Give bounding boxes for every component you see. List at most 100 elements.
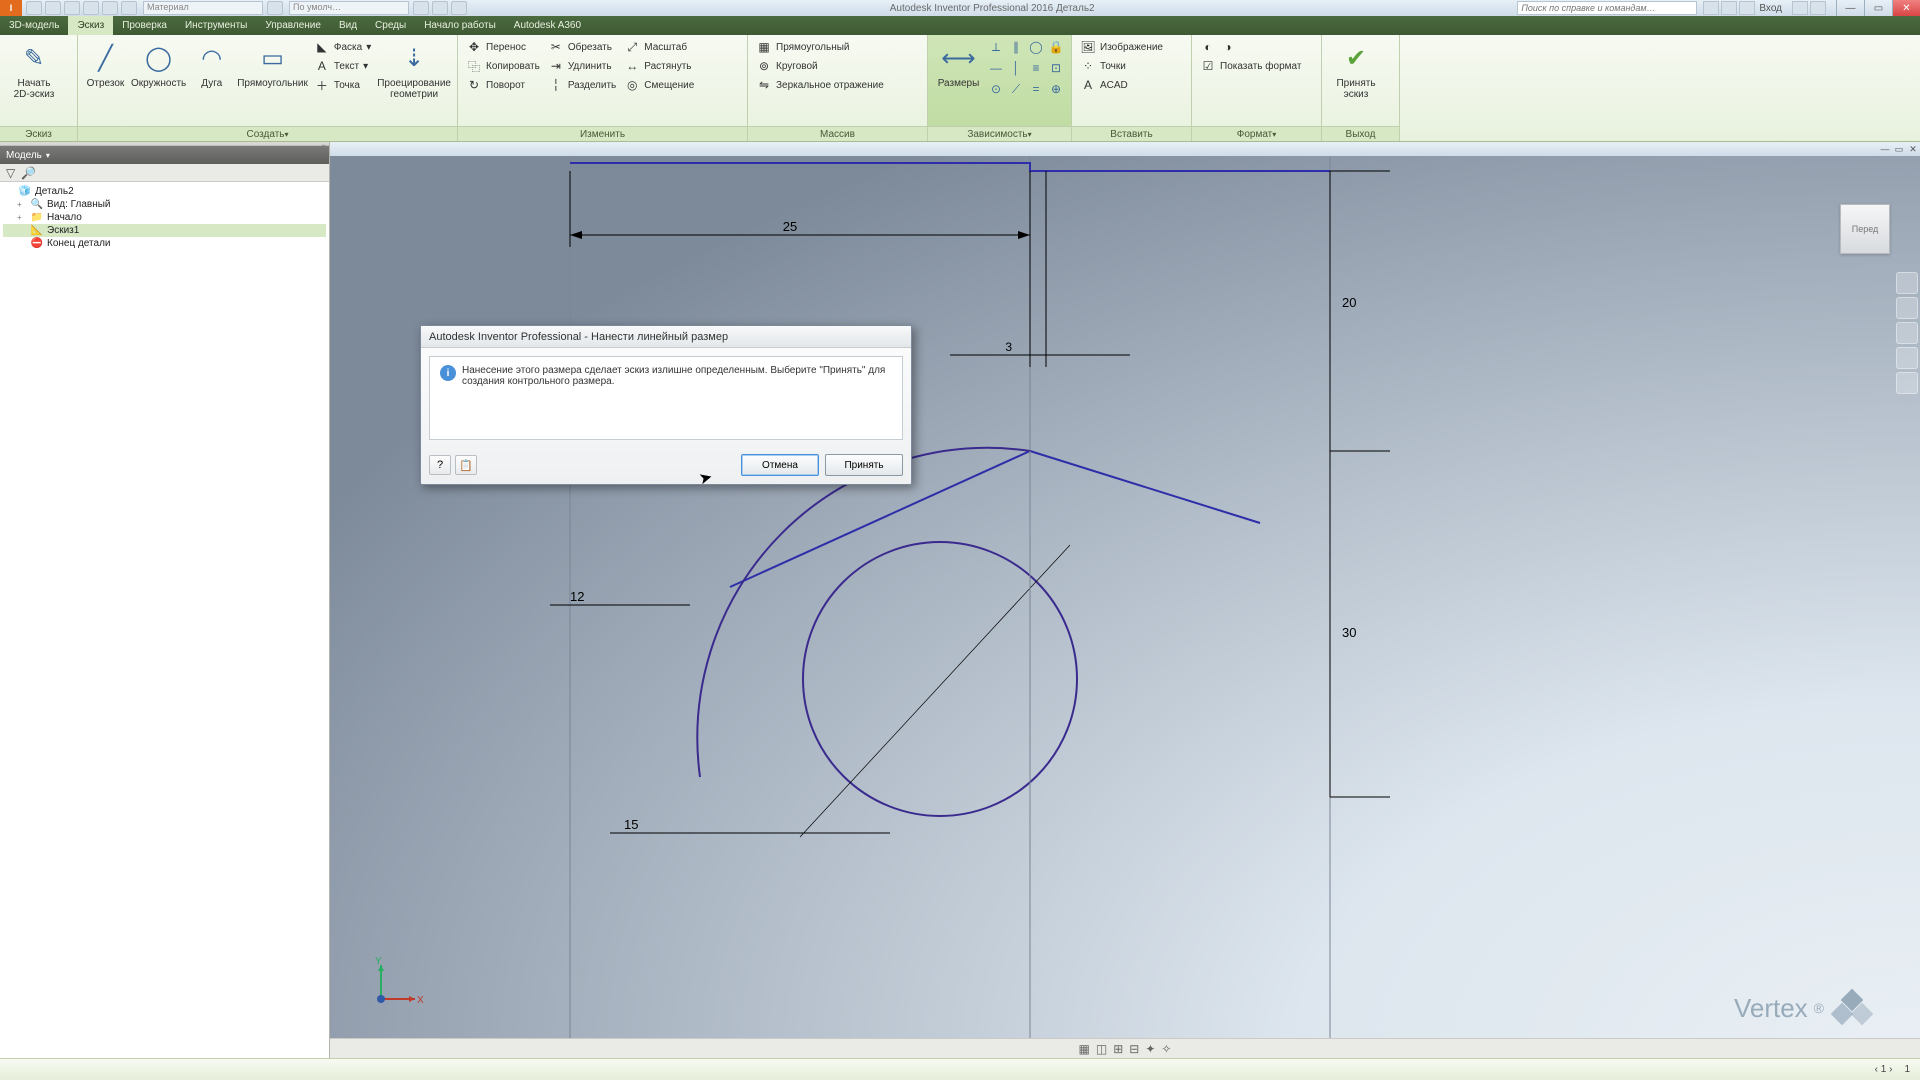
doc-min-icon[interactable]: — [1878,144,1892,154]
vt3-icon[interactable]: ⊞ [1113,1042,1123,1056]
tab-view[interactable]: Вид [330,16,366,35]
qat-more-icon[interactable] [451,1,467,15]
tab-getstarted[interactable]: Начало работы [415,16,505,35]
tab-a360[interactable]: Autodesk A360 [505,16,590,35]
model-tree[interactable]: 🧊Деталь2+🔍Вид: Главный+📁Начало📐Эскиз1⛔Ко… [0,182,329,1058]
rotate-button[interactable]: ↻Поворот [464,76,542,94]
start-sketch-button[interactable]: ✎ Начать 2D-эскиз [6,38,62,100]
favorite-icon[interactable] [1721,1,1737,15]
tab-3d-model[interactable]: 3D-модель [0,16,68,35]
tab-tools[interactable]: Инструменты [176,16,256,35]
search-tree-icon[interactable]: 🔎 [21,166,36,180]
c8-icon[interactable]: ⊡ [1047,59,1065,77]
viewcube[interactable]: Перед [1840,204,1890,254]
dimension-button[interactable]: ⟷Размеры [934,38,983,89]
qat-undo-icon[interactable] [83,1,99,15]
vt2-icon[interactable]: ◫ [1096,1042,1107,1056]
quick-access-toolbar[interactable] [26,1,137,15]
accept-button[interactable]: Принять [825,454,903,476]
offset-button[interactable]: ◎Смещение [622,76,696,94]
line-button[interactable]: ╱Отрезок [84,38,127,89]
cancel-button[interactable]: Отмена [741,454,819,476]
vt1-icon[interactable]: ▦ [1079,1042,1090,1056]
vt6-icon[interactable]: ✧ [1161,1042,1171,1056]
qat-open-icon[interactable] [45,1,61,15]
minimize-button[interactable]: — [1836,0,1864,16]
qat-save-icon[interactable] [64,1,80,15]
signin-icon[interactable] [1739,1,1755,15]
tree-item[interactable]: +🔍Вид: Главный [3,198,326,211]
insert-image-button[interactable]: 🖼Изображение [1078,38,1165,56]
infocenter-icon[interactable] [1703,1,1719,15]
help-search-input[interactable] [1517,1,1697,15]
qat-new-icon[interactable] [26,1,42,15]
signin-label[interactable]: Вход [1759,3,1782,14]
graphics-canvas[interactable]: — ▭ ✕ 25 3 20 [330,142,1920,1058]
point-button[interactable]: ＋Точка [312,76,373,94]
c12-icon[interactable]: ⊕ [1047,80,1065,98]
circ-array-button[interactable]: ⊚Круговой [754,57,886,75]
insert-points-button[interactable]: ⁘Точки [1078,57,1165,75]
qat-fx-icon[interactable] [432,1,448,15]
tree-item[interactable]: 📐Эскиз1 [3,224,326,237]
close-button[interactable]: ✕ [1892,0,1920,16]
c3-icon[interactable]: ◯ [1027,38,1045,56]
browser-title[interactable]: Модель [0,146,329,164]
constraint-row3[interactable]: ⊙⟋=⊕ [987,80,1065,98]
move-button[interactable]: ✥Перенос [464,38,542,56]
qat-appearance-icon[interactable] [267,1,283,15]
tab-inspect[interactable]: Проверка [113,16,176,35]
tree-item[interactable]: ⛔Конец детали [3,237,326,250]
help-icon[interactable] [1810,1,1826,15]
tree-item[interactable]: 🧊Деталь2 [3,185,326,198]
c9-icon[interactable]: ⊙ [987,80,1005,98]
project-geometry-button[interactable]: ⇣Проецирование геометрии [377,38,451,100]
c4-icon[interactable]: 🔒 [1047,38,1065,56]
viewport-toolbar[interactable]: ▦ ◫ ⊞ ⊟ ✦ ✧ [330,1038,1920,1058]
nav-pan-icon[interactable] [1896,297,1918,319]
appearance-dropdown[interactable]: По умолч… [289,1,409,15]
c1-icon[interactable]: ⟂ [987,38,1005,56]
nav-zoom-icon[interactable] [1896,322,1918,344]
exchange-icon[interactable] [1792,1,1808,15]
rect-array-button[interactable]: ▦Прямоугольный [754,38,886,56]
text-button[interactable]: AТекст ▾ [312,57,373,75]
tab-sketch[interactable]: Эскиз [68,16,113,35]
panel-constrain-title[interactable]: Зависимость [928,126,1071,141]
scale-button[interactable]: ⤢Масштаб [622,38,696,56]
dialog-copy-icon[interactable]: 📋 [455,455,477,475]
sketch-view[interactable]: 25 3 20 30 12 [330,156,1920,1058]
format-row1[interactable]: ◐◑ [1198,38,1303,56]
split-button[interactable]: ╎Разделить [546,76,618,94]
dialog-help-icon[interactable]: ? [429,455,451,475]
c10-icon[interactable]: ⟋ [1007,80,1025,98]
panel-format-title[interactable]: Формат [1192,126,1321,141]
c6-icon[interactable]: │ [1007,59,1025,77]
insert-acad-button[interactable]: AACAD [1078,76,1165,94]
mirror-button[interactable]: ⇋Зеркальное отражение [754,76,886,94]
rectangle-button[interactable]: ▭Прямоугольник [237,38,308,89]
qat-home-icon[interactable] [121,1,137,15]
chamfer-button[interactable]: ◣Фаска ▾ [312,38,373,56]
constraint-row1[interactable]: ⟂∥◯🔒 [987,38,1065,56]
c11-icon[interactable]: = [1027,80,1045,98]
vt4-icon[interactable]: ⊟ [1129,1042,1139,1056]
trim-button[interactable]: ✂Обрезать [546,38,618,56]
doc-close-icon[interactable]: ✕ [1906,144,1920,155]
tab-environments[interactable]: Среды [366,16,415,35]
material-dropdown[interactable]: Материал [143,1,263,15]
qat-redo-icon[interactable] [102,1,118,15]
constraint-row2[interactable]: —│≡⊡ [987,59,1065,77]
tree-item[interactable]: +📁Начало [3,211,326,224]
arc-button[interactable]: ◠Дуга [190,38,233,89]
tab-manage[interactable]: Управление [256,16,330,35]
c5-icon[interactable]: — [987,59,1005,77]
maximize-button[interactable]: ▭ [1864,0,1892,16]
c2-icon[interactable]: ∥ [1007,38,1025,56]
qat-measure-icon[interactable] [413,1,429,15]
c7-icon[interactable]: ≡ [1027,59,1045,77]
nav-lookat-icon[interactable] [1896,372,1918,394]
nav-bar[interactable] [1896,272,1918,394]
copy-button[interactable]: ⿻Копировать [464,57,542,75]
show-format-button[interactable]: ☑Показать формат [1198,57,1303,75]
